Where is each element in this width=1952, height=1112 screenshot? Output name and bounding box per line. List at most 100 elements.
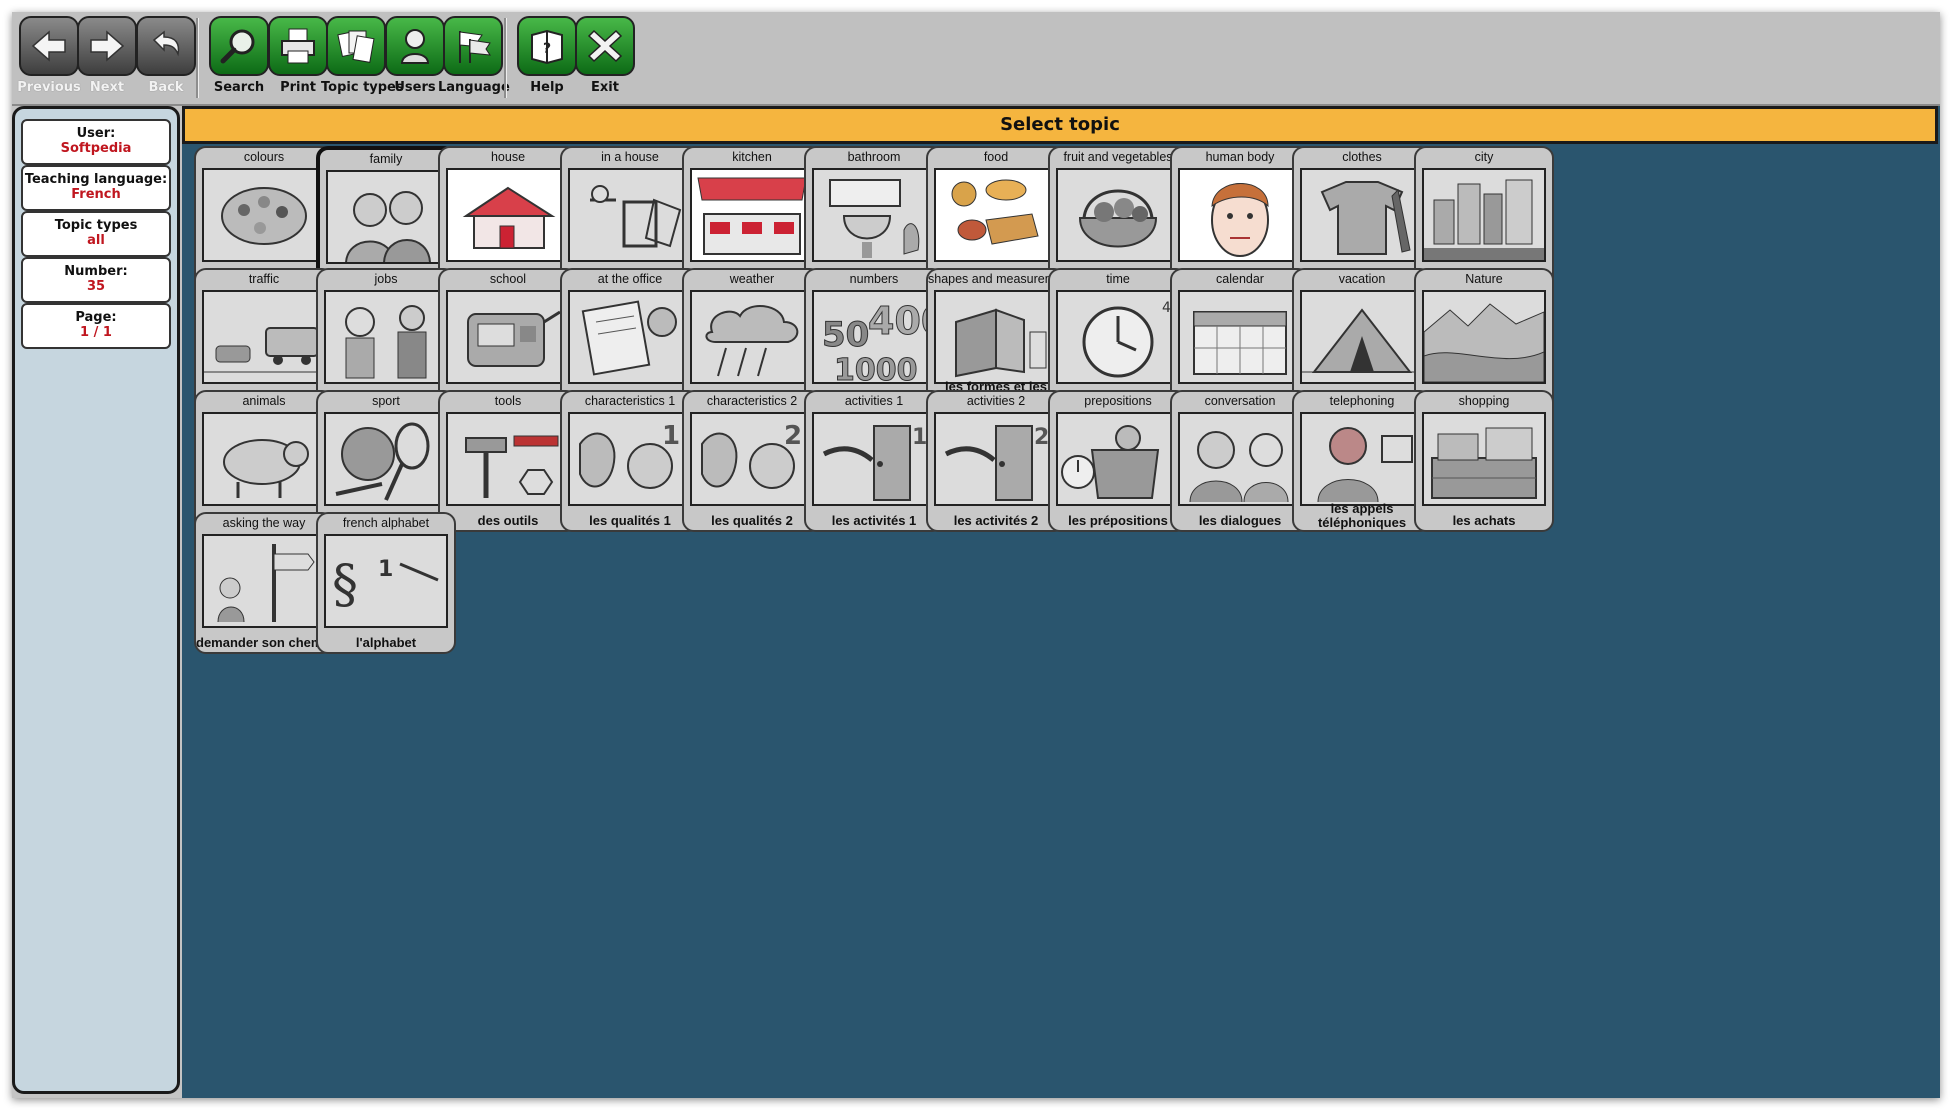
- door-1-icon: 1: [812, 412, 936, 506]
- toolbar-separator: [504, 18, 507, 98]
- office-icon: [568, 290, 692, 384]
- topic-english-label: asking the way: [222, 516, 306, 530]
- topic-tile[interactable]: sportle sport: [316, 390, 456, 532]
- landscape-icon: [1422, 290, 1546, 384]
- arrow-left-icon: [19, 16, 79, 76]
- topic-tile[interactable]: trafficles transports: [194, 268, 334, 410]
- topic-english-label: clothes: [1342, 150, 1382, 164]
- topic-tile[interactable]: calendarle calendrier: [1170, 268, 1310, 410]
- teaching-language-box[interactable]: Teaching language: French: [21, 165, 171, 211]
- language-button[interactable]: Language: [438, 16, 510, 102]
- topic-tile[interactable]: cityla ville: [1414, 146, 1554, 288]
- toolbar: Previous Next Back Search Print Topic ty…: [12, 12, 1940, 106]
- topic-tile[interactable]: conversation les dialogues: [1170, 390, 1310, 532]
- pig-icon: [202, 412, 326, 506]
- topic-tile[interactable]: characteristics 2 2 les qualités 2: [682, 390, 822, 532]
- topic-tile[interactable]: Naturela nature: [1414, 268, 1554, 410]
- topic-tile[interactable]: in a houseà la maison: [560, 146, 700, 288]
- topic-types-box[interactable]: Topic types all: [21, 211, 171, 257]
- topic-tile[interactable]: french alphabet § 1 l'alphabet: [316, 512, 456, 654]
- topic-tile[interactable]: characteristics 1 1 les qualités 1: [560, 390, 700, 532]
- topic-french-label: les qualités 1: [589, 513, 671, 528]
- topic-english-label: characteristics 2: [706, 394, 798, 408]
- topic-english-label: prepositions: [1084, 394, 1152, 408]
- topic-tile[interactable]: familyla famille: [316, 146, 456, 288]
- topic-tile[interactable]: kitchenla cuisine: [682, 146, 822, 288]
- topic-tile[interactable]: asking the way demander son chemin: [194, 512, 334, 654]
- topic-tile[interactable]: clothesles vêtements: [1292, 146, 1432, 288]
- topic-tile[interactable]: weatherle temps: [682, 268, 822, 410]
- topic-french-label: des outils: [477, 513, 539, 528]
- user-icon: [385, 16, 445, 76]
- topic-english-label: characteristics 1: [584, 394, 676, 408]
- topic-english-label: time: [1106, 272, 1130, 286]
- topic-english-label: jobs: [374, 272, 398, 286]
- face-icon: [1178, 168, 1302, 262]
- topic-tile[interactable]: bathroomla salle de bains: [804, 146, 944, 288]
- topic-tile[interactable]: jobsle travail: [316, 268, 456, 410]
- exit-x-icon: [575, 16, 635, 76]
- door-2-icon: 2: [934, 412, 1058, 506]
- topic-tile[interactable]: shapes and measurement les formes et les …: [926, 268, 1066, 410]
- topic-tile[interactable]: tools des outils: [438, 390, 578, 532]
- topic-tile[interactable]: housela maison: [438, 146, 578, 288]
- topic-english-label: animals: [242, 394, 286, 408]
- topic-tile[interactable]: at the officeau bureau: [560, 268, 700, 410]
- alphabet-icon: § 1: [324, 534, 448, 628]
- topic-tile[interactable]: schooll´école: [438, 268, 578, 410]
- tools-icon: [446, 412, 570, 506]
- topic-english-label: conversation: [1204, 394, 1276, 408]
- svg-text:?: ?: [543, 41, 551, 57]
- topic-tile[interactable]: fruit and vegetablesfruits et légumes: [1048, 146, 1188, 288]
- documents-icon: [326, 16, 386, 76]
- sidebar: User: Softpedia Teaching language: Frenc…: [12, 106, 180, 1094]
- house-icon: [446, 168, 570, 262]
- topic-english-label: tools: [494, 394, 522, 408]
- topic-french-label: les appels téléphoniques: [1317, 502, 1407, 530]
- food-icon: [934, 168, 1058, 262]
- topic-english-label: sport: [372, 394, 400, 408]
- topic-english-label: activities 2: [966, 394, 1026, 408]
- palette-icon: [202, 168, 326, 262]
- printer-icon: [268, 16, 328, 76]
- user-box[interactable]: User: Softpedia: [21, 119, 171, 165]
- topic-tile[interactable]: animalsles animaux: [194, 390, 334, 532]
- topic-english-label: at the office: [597, 272, 663, 286]
- tent-icon: [1300, 290, 1424, 384]
- topic-tile[interactable]: activities 1 1 les activités 1: [804, 390, 944, 532]
- clock-icon: 4: [1056, 290, 1180, 384]
- topic-english-label: in a house: [601, 150, 659, 164]
- topic-tile[interactable]: prepositions les prépositions: [1048, 390, 1188, 532]
- basket-icon: [1056, 168, 1180, 262]
- topic-english-label: house: [490, 150, 526, 164]
- topic-tile[interactable]: coloursles couleurs: [194, 146, 334, 288]
- toolbar-separator: [196, 18, 199, 98]
- topic-english-label: activities 1: [844, 394, 904, 408]
- topic-french-label: les activités 1: [831, 513, 917, 528]
- topic-english-label: city: [1474, 150, 1494, 164]
- topic-tile[interactable]: foodles repas: [926, 146, 1066, 288]
- sport-icon: [324, 412, 448, 506]
- topic-english-label: numbers: [849, 272, 899, 286]
- topic-tile[interactable]: telephoning les appels téléphoniques: [1292, 390, 1432, 532]
- topic-french-label: demander son chemin: [196, 635, 332, 650]
- svg-text:400: 400: [868, 299, 934, 343]
- topic-english-label: Nature: [1465, 272, 1503, 286]
- kitchen-icon: [690, 168, 814, 262]
- topic-english-label: telephoning: [1329, 394, 1395, 408]
- topic-tile[interactable]: shopping les achats: [1414, 390, 1554, 532]
- topic-tile[interactable]: numbers504001000les chiffres: [804, 268, 944, 410]
- arrow-right-icon: [77, 16, 137, 76]
- family-icon: [326, 170, 450, 264]
- topic-english-label: weather: [729, 272, 775, 286]
- characteristics-1-icon: 1: [568, 412, 692, 506]
- topic-tile[interactable]: activities 2 2 les activités 2: [926, 390, 1066, 532]
- topic-tile[interactable]: human bodyle corps humain: [1170, 146, 1310, 288]
- exit-button[interactable]: Exit: [570, 16, 640, 102]
- topic-tile[interactable]: time4l´heure: [1048, 268, 1188, 410]
- workers-icon: [324, 290, 448, 384]
- page-title: Select topic: [182, 106, 1938, 144]
- topic-tile[interactable]: vacationles vacances: [1292, 268, 1432, 410]
- back-button[interactable]: Back: [131, 16, 201, 102]
- furniture-icon: [568, 168, 692, 262]
